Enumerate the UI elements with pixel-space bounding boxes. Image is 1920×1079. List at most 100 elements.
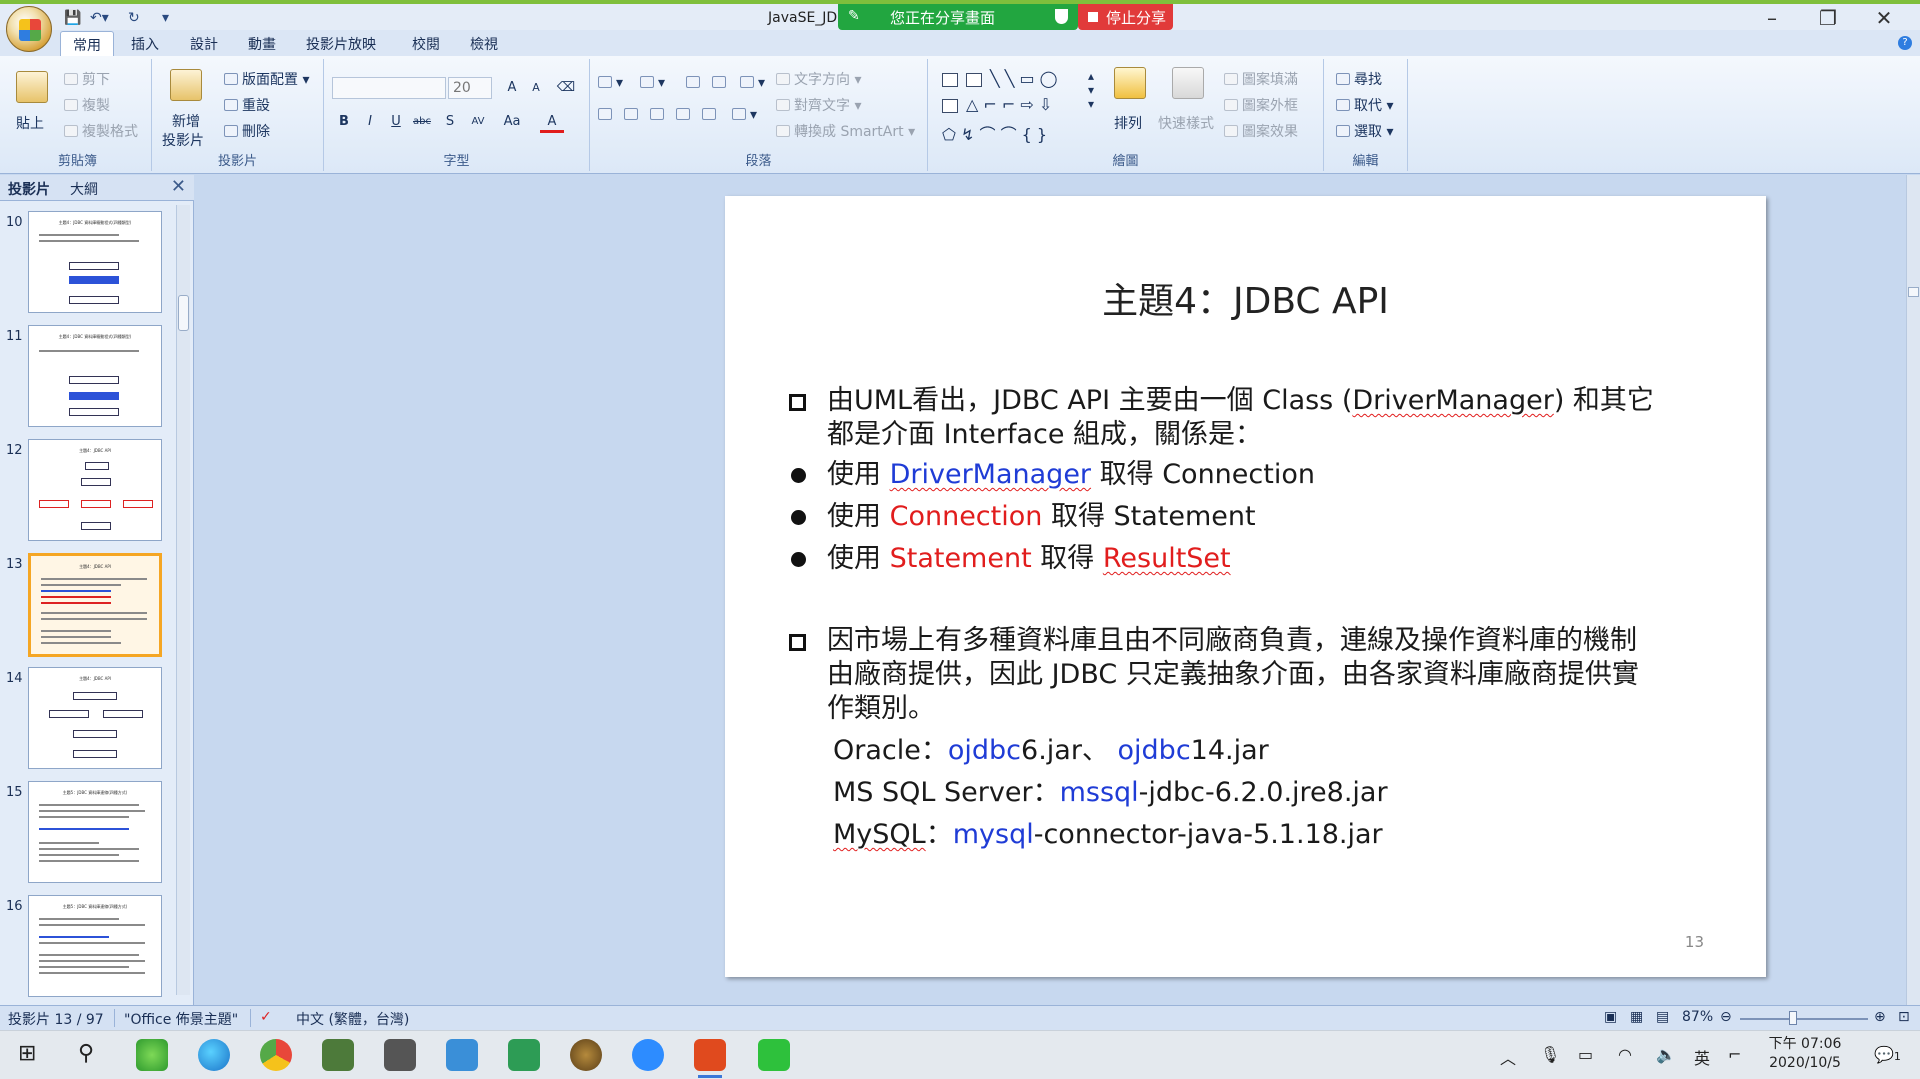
camera-app-icon[interactable] [384,1039,416,1071]
decrease-indent-button[interactable] [686,75,704,91]
font-name-box[interactable] [332,77,446,99]
paragraph-2-line-3[interactable]: 作類別。 [827,692,935,726]
chart-app-icon[interactable] [322,1039,354,1071]
smartart-button[interactable]: 轉換成 SmartArt ▾ [776,121,915,141]
powerpoint-app-icon[interactable] [694,1039,726,1078]
edge-icon[interactable] [198,1039,230,1071]
slide-thumbnail-10[interactable]: 主題4：JDBC 資料庫驅動程式(四種類型) [28,211,162,313]
oracle-line[interactable]: Oracle：ojdbc6.jar、 ojdbc14.jar [833,734,1269,768]
char-spacing-button[interactable]: AV [466,111,490,133]
paragraph-1-line-2[interactable]: 都是介面 Interface 組成，關係是： [827,418,1262,452]
slide-thumbnail-12[interactable]: 主題4：JDBC API [28,439,162,541]
tray-chevron-icon[interactable]: ︿ [1500,1045,1516,1069]
zoom-app-icon[interactable] [632,1039,664,1071]
customize-qat-icon[interactable]: ▾ [162,10,169,26]
slide-thumbnail-14[interactable]: 主題4：JDBC API [28,667,162,769]
zoom-slider[interactable] [1740,1018,1868,1020]
slide[interactable]: 主題4：JDBC API 由UML看出，JDBC API 主要由一個 Class… [725,196,1766,977]
copy-button[interactable]: 複製 [64,95,110,115]
slide-thumbnail-13-selected[interactable]: 主題4：JDBC API [28,553,162,657]
chrome-icon[interactable] [260,1039,292,1071]
font-size-box[interactable]: 20 [448,77,492,99]
line-spacing-button[interactable]: ▾ [740,75,765,91]
fit-window-icon[interactable]: ⊡ [1898,1009,1910,1025]
slide-title[interactable]: 主題4：JDBC API [725,272,1766,324]
canvas-scrollbar[interactable] [1906,175,1920,1005]
save-icon[interactable]: 💾 [64,10,81,26]
windows-start-icon[interactable]: ⊞ [18,1041,36,1066]
microphone-icon[interactable]: 🎙 [1540,1045,1560,1064]
volume-icon[interactable]: 🔈 [1656,1045,1676,1064]
tab-view[interactable]: 檢視 [470,34,498,54]
tab-slides[interactable]: 投影片 [8,179,50,199]
normal-view-icon[interactable]: ▣ [1604,1009,1617,1025]
new-slide-label-2[interactable]: 投影片 [162,130,204,150]
paragraph-2-line-1[interactable]: 因市場上有多種資料庫且由不同廠商負責，連線及操作資料庫的機制 [827,624,1637,658]
clover-app-icon[interactable] [136,1039,168,1071]
italic-button[interactable]: I [358,111,382,133]
tab-slideshow[interactable]: 投影片放映 [306,34,376,54]
quick-styles-button[interactable]: 快速樣式 [1158,113,1214,133]
paragraph-1-line-1[interactable]: 由UML看出，JDBC API 主要由一個 Class (DriverManag… [827,384,1654,418]
align-left-button[interactable] [598,107,616,123]
cut-button[interactable]: 剪下 [64,69,110,89]
line-app-icon[interactable] [758,1039,790,1071]
notification-icon[interactable]: 💬1 [1874,1045,1901,1064]
reset-button[interactable]: 重設 [224,95,270,115]
mssql-line[interactable]: MS SQL Server：mssql-jdbc-6.2.0.jre8.jar [833,776,1388,810]
media-app-icon[interactable] [508,1039,540,1071]
tab-review[interactable]: 校閱 [412,34,440,54]
slides-pane-scrollbar[interactable] [176,205,190,995]
distribute-button[interactable] [702,107,720,123]
bold-button[interactable]: B [332,111,356,133]
minimize-icon[interactable]: – [1752,6,1792,30]
format-painter-button[interactable]: 複製格式 [64,121,138,141]
clear-format-icon[interactable]: ⌫ [554,77,578,99]
increase-indent-button[interactable] [712,75,730,91]
rounded-rect-shape-icon[interactable] [942,99,958,113]
clock[interactable]: 下午 07:06 2020/10/5 [1760,1035,1850,1073]
align-center-button[interactable] [624,107,642,123]
input-mode-icon[interactable]: ⌐ [1728,1045,1741,1064]
tools-app-icon[interactable] [446,1039,478,1071]
shape-effects-button[interactable]: 圖案效果 [1224,121,1298,141]
select-button[interactable]: 選取 ▾ [1336,121,1393,141]
zoom-in-icon[interactable]: ⊕ [1874,1009,1886,1025]
help-icon[interactable]: ? [1898,36,1912,50]
triangle-shape-icon[interactable]: △ ⌐ ⌐ ⇨ ⇩ [966,95,1052,114]
restore-icon[interactable]: ❐ [1808,6,1848,30]
shape-fill-button[interactable]: 圖案填滿 [1224,69,1298,89]
battery-icon[interactable]: ▭ [1578,1045,1593,1064]
paragraph-2-line-2[interactable]: 由廠商提供，因此 JDBC 只定義抽象介面，由各家資料庫廠商提供實 [827,658,1639,692]
office-button[interactable] [6,6,52,52]
bullet-1[interactable]: 使用 DriverManager 取得 Connection [827,458,1315,492]
strikethrough-button[interactable]: abc [410,111,434,133]
find-button[interactable]: 尋找 [1336,69,1382,89]
numbering-button[interactable]: ▾ [640,75,665,91]
font-color-button[interactable]: A [540,111,564,133]
arrange-button[interactable]: 排列 [1114,113,1142,133]
zoom-out-icon[interactable]: ⊖ [1720,1009,1732,1025]
mysql-line[interactable]: MySQL：mysql-connector-java-5.1.18.jar [833,818,1383,852]
paste-button[interactable]: 貼上 [16,113,44,133]
shadow-button[interactable]: S [438,111,462,133]
vertical-textbox-shape-icon[interactable] [966,73,982,87]
zoom-slider-handle[interactable] [1789,1011,1797,1025]
shapes-scroll-icon[interactable]: ▴ ▾ ▾ [1088,69,1094,111]
slide-thumbnail-11[interactable]: 主題4：JDBC 資料庫驅動程式(四種類型) [28,325,162,427]
replace-button[interactable]: 取代 ▾ [1336,95,1393,115]
align-right-button[interactable] [650,107,668,123]
layout-button[interactable]: 版面配置 ▾ [224,69,309,89]
shape-outline-button[interactable]: 圖案外框 [1224,95,1298,115]
justify-button[interactable] [676,107,694,123]
shrink-font-button[interactable]: A [524,77,548,99]
stop-share-button[interactable]: 停止分享 [1078,4,1173,30]
game-app-icon[interactable] [570,1039,602,1071]
bullet-2[interactable]: 使用 Connection 取得 Statement [827,500,1256,534]
tab-insert[interactable]: 插入 [131,34,159,54]
bullet-3[interactable]: 使用 Statement 取得 ResultSet [827,542,1231,576]
scroll-thumb[interactable] [178,295,189,331]
wifi-icon[interactable]: ◠ [1618,1045,1632,1064]
close-icon[interactable]: ✕ [1864,6,1904,30]
grow-font-button[interactable]: A [500,77,524,99]
